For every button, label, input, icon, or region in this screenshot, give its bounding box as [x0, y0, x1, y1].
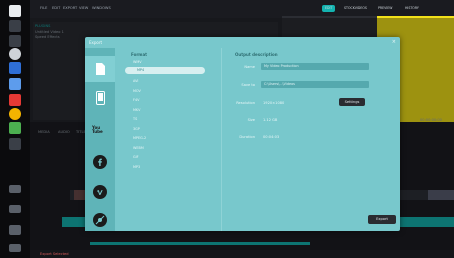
format-item[interactable]: WMV	[133, 60, 142, 64]
tab-history[interactable]: HISTORY	[402, 5, 422, 12]
network-icon[interactable]	[9, 205, 21, 213]
format-item[interactable]: 3GP	[133, 127, 140, 131]
name-field[interactable]: My Video Production	[261, 63, 369, 70]
format-item[interactable]: MKV	[133, 108, 140, 112]
youtube-icon[interactable]: You Tube	[92, 122, 108, 138]
settings-button[interactable]: Settings	[339, 98, 365, 106]
format-item[interactable]: TS	[133, 117, 137, 121]
format-item[interactable]: AVI	[133, 79, 138, 83]
size-value: 1.12 GB	[263, 118, 278, 122]
name-label: Name	[244, 65, 255, 69]
format-item[interactable]: MP3	[133, 165, 140, 169]
app-icon-red[interactable]	[9, 94, 21, 106]
app-icon-green[interactable]	[9, 122, 21, 134]
menu-export[interactable]: EXPORT	[63, 6, 77, 10]
format-item[interactable]: GIF	[133, 155, 139, 159]
export-dialog: Export × You Tube Format WMV MP4 AVI MOV F4V…	[85, 37, 400, 231]
youtube-logo-text: You Tube	[92, 125, 103, 134]
task-view-icon[interactable]	[9, 35, 21, 47]
notifications-icon[interactable]	[9, 244, 21, 252]
export-button[interactable]: Export	[368, 215, 396, 224]
menu-file[interactable]: FILE	[40, 6, 47, 10]
save-to-field[interactable]: C:\Users\...\Videos	[261, 81, 369, 88]
system-tray-icons[interactable]	[9, 185, 21, 193]
file-icon[interactable]	[85, 56, 115, 82]
device-icon[interactable]	[92, 90, 108, 106]
menu-edit[interactable]: EDIT	[52, 6, 60, 10]
close-icon[interactable]: ×	[392, 39, 396, 45]
format-item[interactable]: MOV	[133, 89, 141, 93]
disc-icon[interactable]	[92, 212, 108, 228]
format-item[interactable]: WEBM	[133, 146, 144, 150]
clock-icon[interactable]	[9, 225, 21, 235]
export-destination-sidebar: You Tube	[85, 48, 115, 231]
tab-edit[interactable]: EDIT	[322, 5, 336, 12]
format-header: Format	[131, 52, 148, 57]
store-icon[interactable]	[9, 62, 21, 74]
facebook-icon[interactable]	[92, 154, 108, 170]
tab-preview[interactable]: PREVIEW	[375, 5, 395, 12]
duration-value: 00:04:03	[263, 135, 280, 139]
chrome-icon[interactable]	[9, 108, 21, 120]
status-text: Export Selected	[40, 252, 69, 256]
resolution-label: Resolution	[236, 101, 255, 105]
duration-label: Duration	[239, 135, 255, 139]
format-item[interactable]: MP4	[125, 67, 205, 74]
save-to-label: Save to	[241, 83, 255, 87]
tab-stockvideos[interactable]: STOCKVIDEOS	[341, 5, 370, 12]
mail-icon[interactable]	[9, 78, 21, 90]
format-item[interactable]: F4V	[133, 98, 139, 102]
size-label: Size	[247, 118, 255, 122]
menu-view[interactable]: VIEW	[79, 6, 88, 10]
dialog-title: Export	[89, 40, 103, 45]
vimeo-icon[interactable]	[92, 184, 108, 200]
panel-divider	[221, 48, 222, 231]
windows-start-icon[interactable]	[9, 5, 21, 17]
format-list-panel: Format WMV MP4 AVI MOV F4V MKV TS 3GP MPEG-2 WEBM…	[121, 48, 219, 231]
windows-taskbar	[0, 0, 30, 258]
app-icon-dark[interactable]	[9, 138, 21, 150]
resolution-value: 1920×1080	[263, 101, 285, 105]
menu-windows[interactable]: WINDOWS	[92, 6, 111, 10]
status-bar: Export Selected	[30, 250, 454, 258]
output-description-header: Output description	[235, 52, 278, 57]
format-item[interactable]: MPEG-2	[133, 136, 146, 140]
search-icon[interactable]	[9, 20, 21, 32]
browser-icon[interactable]	[9, 48, 21, 60]
